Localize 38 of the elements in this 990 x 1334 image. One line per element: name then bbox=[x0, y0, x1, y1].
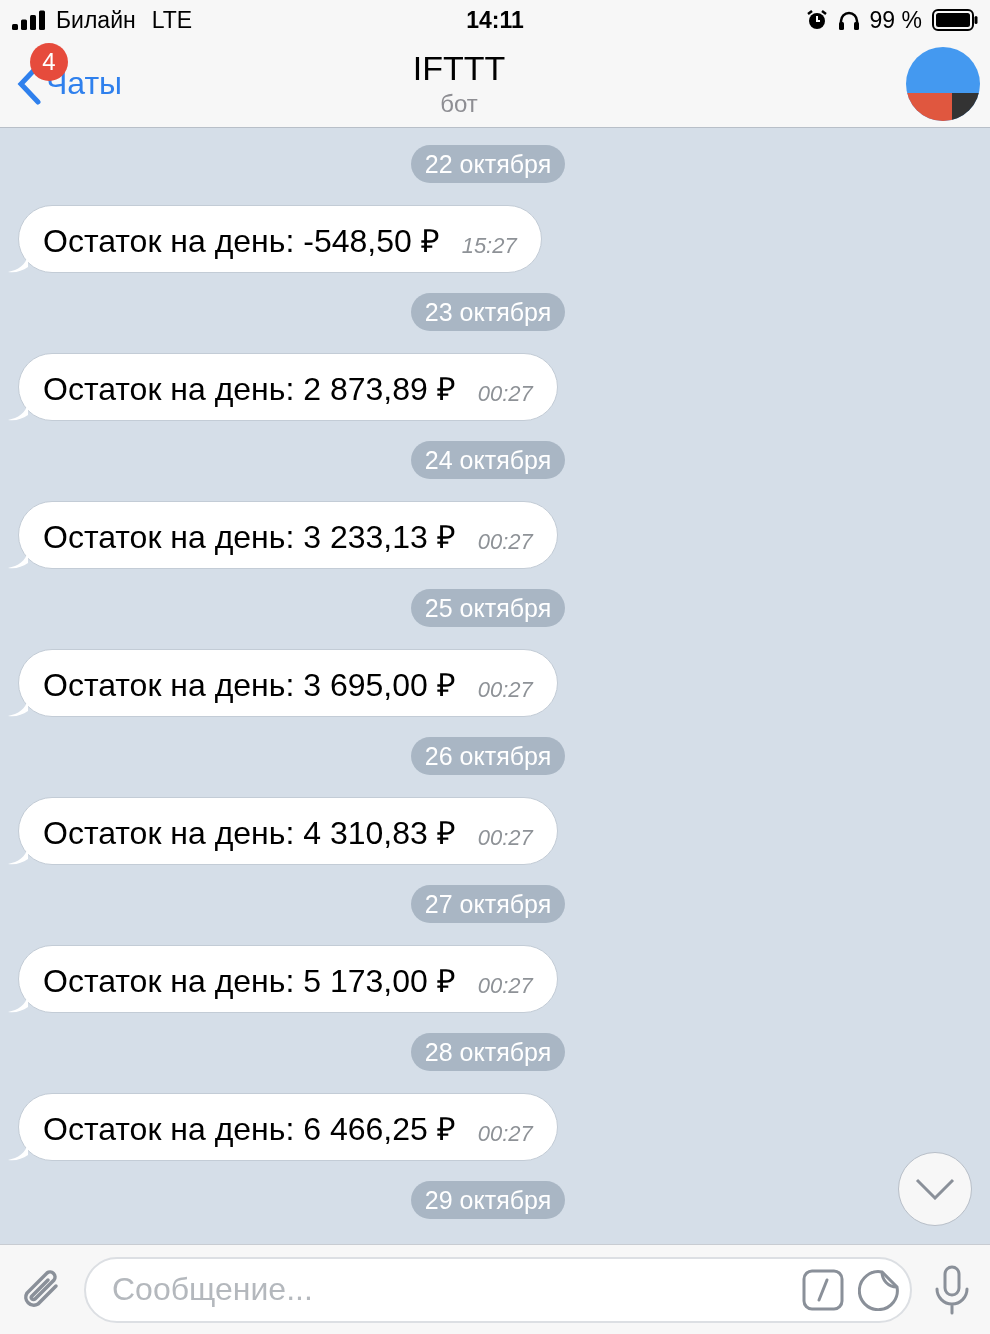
message-text: Остаток на день: 5 173,00 ₽ bbox=[43, 961, 456, 1001]
chevron-down-icon bbox=[915, 1178, 955, 1200]
message-field[interactable]: Сообщение... bbox=[84, 1256, 912, 1323]
message-time: 00:27 bbox=[477, 677, 533, 703]
alarm-clock-icon bbox=[805, 9, 828, 31]
date-separator: 24 октября bbox=[410, 441, 566, 479]
headphones-icon bbox=[837, 10, 860, 30]
battery-percent: 99 % bbox=[869, 6, 922, 34]
battery-icon bbox=[932, 9, 978, 31]
chat-title: IFTTT bbox=[412, 49, 506, 88]
sticker-button[interactable] bbox=[858, 1268, 900, 1311]
date-separator: 28 октября bbox=[410, 1033, 566, 1071]
date-separator: 29 октября bbox=[410, 1181, 566, 1219]
date-separator: 25 октября bbox=[410, 589, 566, 627]
message-text: Остаток на день: -548,50 ₽ bbox=[43, 221, 440, 261]
carrier-name: Билайн bbox=[56, 6, 136, 34]
date-separator: 22 октября bbox=[410, 145, 566, 183]
message-text: Остаток на день: 6 466,25 ₽ bbox=[43, 1109, 456, 1149]
date-separator: 27 октября bbox=[410, 885, 566, 923]
message-time: 00:27 bbox=[477, 1121, 533, 1147]
date-separator: 23 октября bbox=[410, 293, 566, 331]
message-time: 15:27 bbox=[461, 233, 517, 259]
bot-commands-button[interactable] bbox=[802, 1268, 844, 1311]
signal-icon bbox=[12, 10, 46, 30]
message-time: 00:27 bbox=[477, 825, 533, 851]
message-time: 00:27 bbox=[477, 529, 533, 555]
message-text: Остаток на день: 4 310,83 ₽ bbox=[43, 813, 456, 853]
date-separator: 26 октября bbox=[410, 737, 566, 775]
message-time: 00:27 bbox=[477, 973, 533, 999]
chat-subtitle: бот bbox=[440, 90, 478, 118]
message-time: 00:27 bbox=[477, 381, 533, 407]
message-text: Остаток на день: 3 695,00 ₽ bbox=[43, 665, 456, 705]
slash-icon bbox=[802, 1268, 844, 1311]
sticker-icon bbox=[858, 1268, 900, 1311]
message-text: Остаток на день: 3 233,13 ₽ bbox=[43, 517, 456, 557]
message-text: Остаток на день: 2 873,89 ₽ bbox=[43, 369, 456, 409]
clock-time: 14:11 bbox=[466, 6, 524, 34]
network-type: LTE bbox=[151, 6, 193, 34]
